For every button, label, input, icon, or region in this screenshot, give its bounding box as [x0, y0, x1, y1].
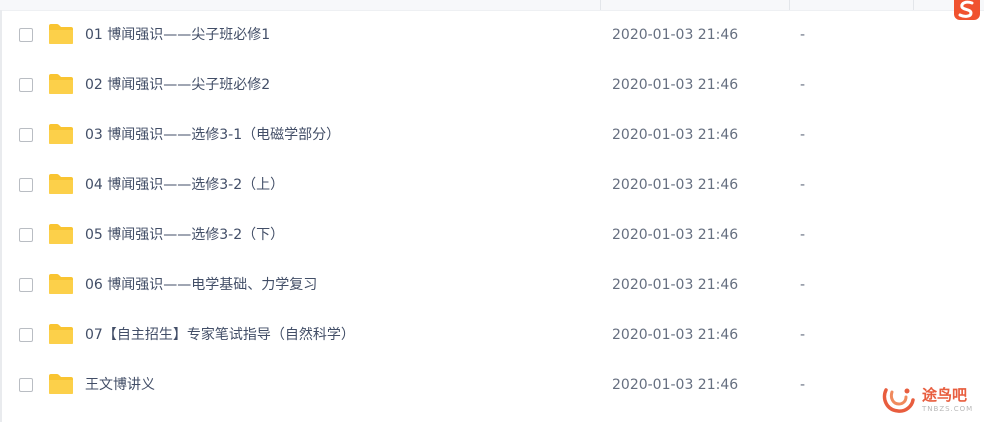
file-row[interactable]: 04 博闻强识——选修3-2（上） 2020-01-03 21:46 - [0, 161, 984, 211]
folder-icon [49, 324, 73, 344]
modified-date: 2020-01-03 21:46 [612, 127, 739, 143]
file-size: - [800, 27, 806, 43]
modified-date: 2020-01-03 21:46 [612, 277, 739, 293]
modified-date: 2020-01-03 21:46 [612, 177, 739, 193]
file-name[interactable]: 07【自主招生】专家笔试指导（自然科学） [85, 325, 355, 345]
folder-icon [49, 24, 73, 44]
watermark-text: 途鸟吧 [922, 386, 968, 404]
modified-date: 2020-01-03 21:46 [612, 377, 739, 393]
file-name[interactable]: 王文博讲义 [85, 375, 155, 395]
column-divider[interactable] [789, 0, 790, 10]
file-list-page: 01 博闻强识——尖子班必修1 2020-01-03 21:46 - 02 博闻… [0, 0, 984, 422]
column-divider[interactable] [600, 0, 601, 10]
watermark-logo-icon [882, 388, 915, 413]
modified-date: 2020-01-03 21:46 [612, 77, 739, 93]
file-name[interactable]: 05 博闻强识——选修3-2（下） [85, 225, 284, 245]
file-name[interactable]: 03 博闻强识——选修3-1（电磁学部分） [85, 125, 340, 145]
file-name[interactable]: 06 博闻强识——电学基础、力学复习 [85, 275, 317, 295]
file-row[interactable]: 03 博闻强识——选修3-1（电磁学部分） 2020-01-03 21:46 - [0, 111, 984, 161]
modified-date: 2020-01-03 21:46 [612, 227, 739, 243]
file-size: - [800, 277, 806, 293]
file-row[interactable]: 05 博闻强识——选修3-2（下） 2020-01-03 21:46 - [0, 211, 984, 261]
file-size: - [800, 77, 806, 93]
file-name[interactable]: 02 博闻强识——尖子班必修2 [85, 75, 270, 95]
folder-icon [49, 174, 73, 194]
folder-icon [49, 224, 73, 244]
file-size: - [800, 377, 806, 393]
file-size: - [800, 327, 806, 343]
row-checkbox[interactable] [19, 28, 33, 42]
column-divider[interactable] [913, 0, 914, 10]
row-checkbox[interactable] [19, 178, 33, 192]
row-checkbox[interactable] [19, 328, 33, 342]
file-row[interactable]: 07【自主招生】专家笔试指导（自然科学） 2020-01-03 21:46 - [0, 311, 984, 361]
column-header-strip [0, 0, 984, 11]
row-checkbox[interactable] [19, 228, 33, 242]
modified-date: 2020-01-03 21:46 [612, 27, 739, 43]
folder-icon [49, 124, 73, 144]
file-name[interactable]: 04 博闻强识——选修3-2（上） [85, 175, 284, 195]
file-name[interactable]: 01 博闻强识——尖子班必修1 [85, 25, 270, 45]
file-size: - [800, 127, 806, 143]
folder-icon [49, 74, 73, 94]
folder-icon [49, 274, 73, 294]
file-row[interactable]: 06 博闻强识——电学基础、力学复习 2020-01-03 21:46 - [0, 261, 984, 311]
row-checkbox[interactable] [19, 78, 33, 92]
site-watermark: 途鸟吧 TNBZS.COM [880, 384, 980, 418]
file-row[interactable]: 王文博讲义 2020-01-03 21:46 - [0, 361, 984, 411]
row-checkbox[interactable] [19, 278, 33, 292]
row-checkbox[interactable] [19, 378, 33, 392]
file-size: - [800, 227, 806, 243]
row-checkbox[interactable] [19, 128, 33, 142]
watermark-subtext: TNBZS.COM [922, 405, 974, 413]
file-row[interactable]: 02 博闻强识——尖子班必修2 2020-01-03 21:46 - [0, 61, 984, 111]
modified-date: 2020-01-03 21:46 [612, 327, 739, 343]
file-size: - [800, 177, 806, 193]
file-list: 01 博闻强识——尖子班必修1 2020-01-03 21:46 - 02 博闻… [0, 11, 984, 411]
file-row[interactable]: 01 博闻强识——尖子班必修1 2020-01-03 21:46 - [0, 11, 984, 61]
folder-icon [49, 374, 73, 394]
